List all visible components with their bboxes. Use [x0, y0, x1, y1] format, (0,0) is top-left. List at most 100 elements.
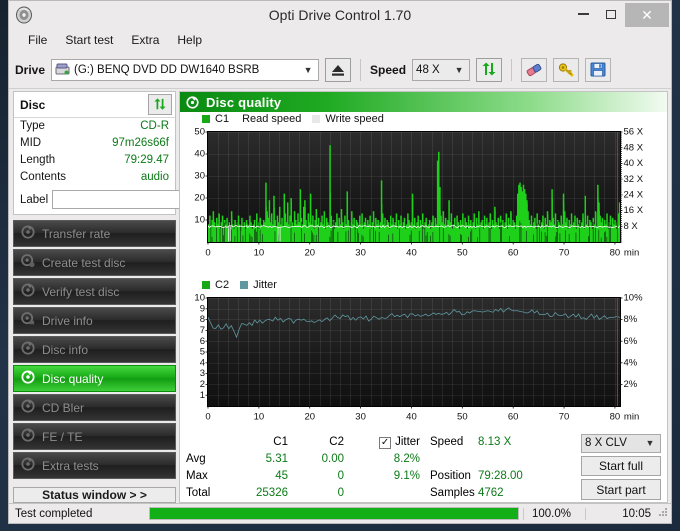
stats-jitter-max: 9.1% — [393, 470, 420, 482]
application-window: Opti Drive Control 1.70 ✕ File Start tes… — [8, 0, 672, 524]
speed-select[interactable]: 48 X ▼ — [412, 58, 471, 81]
disc-panel-title: Disc — [20, 97, 46, 112]
disc-test-icon — [21, 283, 35, 300]
progress-percent: 100.0% — [523, 507, 585, 520]
close-icon: ✕ — [641, 6, 653, 23]
disc-key: Contents — [20, 171, 67, 183]
legend-swatch-write-speed — [312, 115, 321, 123]
close-button[interactable]: ✕ — [625, 3, 669, 27]
status-window-button[interactable]: Status window > > — [13, 487, 176, 503]
desktop-background: Opti Drive Control 1.70 ✕ File Start tes… — [0, 0, 680, 531]
stats-col-meta-values: 8.13 X 79:28.00 4762 — [472, 434, 530, 500]
save-button[interactable] — [585, 57, 612, 82]
drive-value: (G:) BENQ DVD DD DW1640 BSRB — [74, 63, 260, 76]
eject-button[interactable] — [325, 57, 352, 82]
refresh-icon — [482, 62, 496, 76]
sidebar-item-transfer-rate[interactable]: Transfer rate — [13, 220, 176, 247]
sidebar-item-label: Drive info — [42, 313, 93, 328]
app-disc-icon — [15, 6, 33, 24]
erase-button[interactable] — [521, 57, 548, 82]
stats-col-meta-labels: Speed Position Samples — [420, 434, 475, 500]
legend-label-c1: C1 — [215, 113, 230, 125]
stats-panel: Avg Max Total C1 5.31 45 25326 C2 0.00 0… — [180, 430, 667, 502]
position-label: Position — [430, 470, 471, 482]
legend-label-write-speed: Write speed — [325, 113, 384, 125]
title-bar: Opti Drive Control 1.70 ✕ — [9, 1, 671, 29]
speed-value: 48 X — [416, 63, 440, 76]
stats-col-c1: C1 5.31 45 25326 — [226, 434, 288, 500]
sidebar-item-label: Extra tests — [42, 458, 99, 473]
page-title: Disc quality — [206, 94, 282, 110]
legend-swatch-c2 — [202, 281, 210, 289]
legend-swatch-jitter — [240, 281, 249, 289]
chevron-down-icon: ▼ — [454, 64, 464, 75]
label-text: Label — [20, 193, 49, 206]
disc-quality-icon — [21, 370, 35, 387]
legend-label-c2: C2 — [215, 279, 230, 291]
jitter-checkbox[interactable]: ✓ — [379, 436, 392, 449]
disc-row-type: Type CD-R — [14, 118, 175, 135]
sidebar-item-label: Transfer rate — [42, 226, 111, 241]
sidebar-item-label: CD Bler — [42, 400, 85, 415]
legend-label-read-speed: Read speed — [242, 113, 302, 125]
legend-label-jitter: Jitter — [253, 279, 277, 291]
sidebar-item-fe-te[interactable]: FE / TE — [13, 423, 176, 450]
speed-value: 8.13 X — [478, 436, 512, 448]
progress-fill — [150, 508, 518, 519]
legend-swatch-c1 — [202, 115, 210, 123]
stats-row-label: Avg — [186, 453, 206, 465]
sidebar-item-disc-info[interactable]: Disc info — [13, 336, 176, 363]
elapsed-time: 10:05 — [585, 507, 657, 520]
key-button[interactable] — [553, 57, 580, 82]
write-strategy-select[interactable]: 8 X CLV ▼ — [581, 434, 661, 453]
stats-c2-total: 0 — [337, 487, 344, 499]
status-bar: Test completed 100.0% 10:05 — [9, 503, 671, 523]
maximize-button[interactable] — [597, 3, 625, 25]
disc-refresh-button[interactable] — [148, 94, 172, 115]
sidebar-item-cd-bler[interactable]: CD Bler — [13, 394, 176, 421]
sidebar: Disc Type CD-R MID 97m26s66f Length 79:2… — [9, 89, 224, 503]
sidebar-item-extra-tests[interactable]: Extra tests — [13, 452, 176, 479]
refresh-icon — [154, 98, 166, 110]
sidebar-item-disc-quality[interactable]: Disc quality — [13, 365, 176, 392]
action-buttons: 8 X CLV ▼ Start full Start part — [581, 434, 663, 500]
disc-key: MID — [20, 137, 42, 149]
stats-header-c1: C1 — [273, 436, 288, 448]
menu-bar: File Start test Extra Help — [9, 29, 671, 51]
c1-chart: C1 Read speed Write speed — [180, 112, 667, 278]
drive-select[interactable]: (G:) BENQ DVD DD DW1640 BSRB ▼ — [51, 58, 320, 81]
jitter-label: Jitter — [395, 436, 420, 448]
main-body: Disc Type CD-R MID 97m26s66f Length 79:2… — [9, 89, 671, 503]
drive-label: Drive — [15, 62, 46, 77]
menu-file[interactable]: File — [19, 31, 56, 49]
disc-value: CD-R — [140, 120, 169, 132]
sidebar-item-create-test-disc[interactable]: Create test disc — [13, 249, 176, 276]
clv-value: 8 X CLV — [585, 437, 627, 450]
sidebar-item-label: Disc quality — [42, 371, 104, 386]
samples-label: Samples — [430, 487, 475, 499]
start-part-button[interactable]: Start part — [581, 479, 661, 500]
disc-test-icon — [21, 254, 35, 271]
disc-value: 97m26s66f — [112, 137, 169, 149]
resize-grip[interactable] — [657, 506, 671, 521]
refresh-button[interactable] — [476, 57, 503, 82]
position-value: 79:28.00 — [478, 470, 523, 482]
disc-test-icon — [21, 457, 35, 474]
c1-legend: C1 Read speed Write speed — [202, 113, 384, 125]
menu-help[interactable]: Help — [168, 31, 211, 49]
start-full-button[interactable]: Start full — [581, 455, 661, 477]
minimize-button[interactable] — [569, 3, 597, 25]
menu-extra[interactable]: Extra — [122, 31, 168, 49]
menu-start-test[interactable]: Start test — [56, 31, 122, 49]
sidebar-item-verify-test-disc[interactable]: Verify test disc — [13, 278, 176, 305]
sidebar-item-drive-info[interactable]: Drive info — [13, 307, 176, 334]
sidebar-item-label: FE / TE — [42, 429, 83, 444]
chevron-down-icon: ▼ — [303, 64, 313, 75]
disc-info-panel: Disc Type CD-R MID 97m26s66f Length 79:2… — [13, 91, 224, 215]
disc-key: Type — [20, 120, 45, 132]
samples-value: 4762 — [478, 487, 504, 499]
disc-row-mid: MID 97m26s66f — [14, 135, 175, 152]
stats-jitter-total — [358, 485, 420, 500]
disc-test-icon — [21, 312, 35, 329]
